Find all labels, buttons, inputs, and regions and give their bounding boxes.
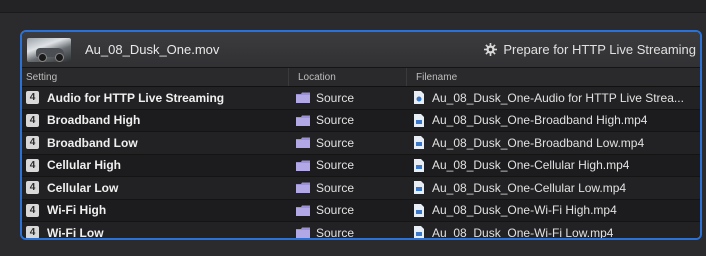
video-file-icon bbox=[414, 226, 424, 238]
filename-value[interactable]: Au_08_Dusk_One-Cellular High.mp4 bbox=[432, 158, 629, 172]
video-file-icon bbox=[414, 136, 424, 150]
column-header-setting[interactable]: Setting bbox=[22, 72, 288, 83]
folder-icon bbox=[296, 182, 310, 194]
setting-name: Wi-Fi High bbox=[47, 203, 107, 218]
gear-icon bbox=[484, 43, 498, 56]
table-row[interactable]: 4 Broadband Low Source Au_08_Dusk_One-Br… bbox=[22, 132, 700, 155]
video-file-icon bbox=[414, 158, 424, 172]
folder-icon bbox=[296, 227, 310, 238]
setting-name: Broadband Low bbox=[47, 135, 138, 150]
filename-value[interactable]: Au_08_Dusk_One-Audio for HTTP Live Strea… bbox=[432, 91, 684, 105]
batch-job-panel[interactable]: Au_08_Dusk_One.mov Prepare for HTTP Live… bbox=[20, 30, 702, 240]
setting-name: Audio for HTTP Live Streaming bbox=[47, 90, 225, 105]
location-value[interactable]: Source bbox=[316, 158, 354, 172]
table-row[interactable]: 4 Audio for HTTP Live Streaming Source A… bbox=[22, 87, 700, 110]
filename-value[interactable]: Au_08_Dusk_One-Broadband High.mp4 bbox=[432, 113, 647, 127]
table-row[interactable]: 4 Broadband High Source Au_08_Dusk_One-B… bbox=[22, 109, 700, 132]
compressor-badge-icon: 4 bbox=[26, 158, 39, 172]
setting-name: Cellular Low bbox=[47, 180, 119, 195]
video-file-icon bbox=[414, 181, 424, 195]
location-value[interactable]: Source bbox=[316, 203, 354, 217]
column-header-filename[interactable]: Filename bbox=[406, 68, 700, 86]
audio-file-icon bbox=[414, 91, 424, 105]
prepare-action-button[interactable]: Prepare for HTTP Live Streaming bbox=[484, 32, 696, 67]
source-file-name: Au_08_Dusk_One.mov bbox=[85, 42, 220, 57]
compressor-badge-icon: 4 bbox=[26, 203, 39, 217]
job-header[interactable]: Au_08_Dusk_One.mov Prepare for HTTP Live… bbox=[22, 32, 700, 68]
folder-icon bbox=[296, 137, 310, 149]
table-row[interactable]: 4 Cellular Low Source Au_08_Dusk_One-Cel… bbox=[22, 177, 700, 200]
filename-value[interactable]: Au_08_Dusk_One-Wi-Fi High.mp4 bbox=[432, 203, 617, 217]
compressor-badge-icon: 4 bbox=[26, 91, 39, 105]
column-header-location[interactable]: Location bbox=[288, 68, 406, 86]
folder-icon bbox=[296, 205, 310, 216]
compressor-badge-icon: 4 bbox=[26, 226, 39, 238]
folder-icon bbox=[296, 115, 310, 126]
table-row[interactable]: 4 Wi-Fi Low Source Au_08_Dusk_One-Wi-Fi … bbox=[22, 222, 700, 240]
folder-icon bbox=[296, 92, 310, 104]
setting-name: Wi-Fi Low bbox=[47, 225, 104, 240]
location-value[interactable]: Source bbox=[316, 113, 354, 127]
location-value[interactable]: Source bbox=[316, 91, 354, 105]
window-top-strip bbox=[0, 0, 706, 13]
compressor-badge-icon: 4 bbox=[26, 181, 39, 195]
location-value[interactable]: Source bbox=[316, 226, 354, 238]
setting-name: Broadband High bbox=[47, 113, 141, 128]
window-bottom-strip bbox=[0, 246, 706, 256]
compressor-badge-icon: 4 bbox=[26, 113, 39, 127]
action-label: Prepare for HTTP Live Streaming bbox=[503, 42, 696, 57]
filename-value[interactable]: Au_08_Dusk_One-Cellular Low.mp4 bbox=[432, 181, 626, 195]
compressor-badge-icon: 4 bbox=[26, 136, 39, 150]
output-list: 4 Audio for HTTP Live Streaming Source A… bbox=[22, 87, 700, 240]
folder-icon bbox=[296, 160, 310, 171]
table-row[interactable]: 4 Wi-Fi High Source Au_08_Dusk_One-Wi-Fi… bbox=[22, 199, 700, 222]
filename-value[interactable]: Au_08_Dusk_One-Wi-Fi Low.mp4 bbox=[432, 226, 613, 238]
setting-name: Cellular High bbox=[47, 158, 122, 173]
filename-value[interactable]: Au_08_Dusk_One-Broadband Low.mp4 bbox=[432, 136, 644, 150]
location-value[interactable]: Source bbox=[316, 181, 354, 195]
location-value[interactable]: Source bbox=[316, 136, 354, 150]
video-file-icon bbox=[414, 113, 424, 127]
column-header-row: Setting Location Filename bbox=[22, 68, 700, 87]
video-thumbnail bbox=[27, 37, 71, 62]
table-row[interactable]: 4 Cellular High Source Au_08_Dusk_One-Ce… bbox=[22, 154, 700, 177]
video-file-icon bbox=[414, 203, 424, 217]
